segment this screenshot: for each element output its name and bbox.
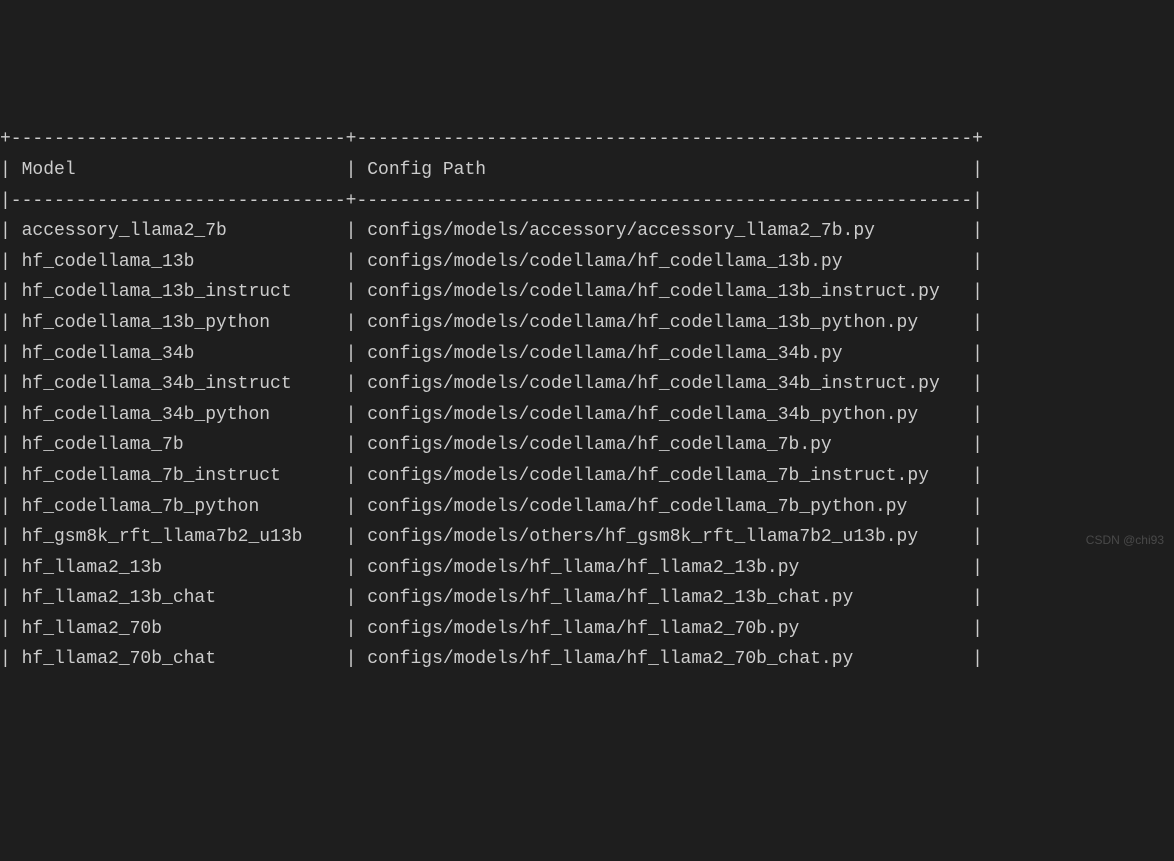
table-row: | hf_llama2_13b_chat | configs/models/hf… xyxy=(0,583,1174,614)
table-row: | hf_codellama_7b | configs/models/codel… xyxy=(0,430,1174,461)
table-header: | Model | Config Path | xyxy=(0,155,1174,186)
table-row: | hf_llama2_13b | configs/models/hf_llam… xyxy=(0,553,1174,584)
table-row: | hf_codellama_34b | configs/models/code… xyxy=(0,339,1174,370)
table-row: | hf_llama2_70b_chat | configs/models/hf… xyxy=(0,644,1174,675)
table-row: | hf_codellama_7b_instruct | configs/mod… xyxy=(0,461,1174,492)
table-row: | accessory_llama2_7b | configs/models/a… xyxy=(0,216,1174,247)
table-row: | hf_llama2_70b | configs/models/hf_llam… xyxy=(0,614,1174,645)
table-separator: |-------------------------------+-------… xyxy=(0,186,1174,217)
table-row: | hf_codellama_13b_python | configs/mode… xyxy=(0,308,1174,339)
table-row: | hf_codellama_34b_instruct | configs/mo… xyxy=(0,369,1174,400)
table-row: | hf_gsm8k_rft_llama7b2_u13b | configs/m… xyxy=(0,522,1174,553)
table-row: | hf_codellama_34b_python | configs/mode… xyxy=(0,400,1174,431)
table-row: | hf_codellama_13b_instruct | configs/mo… xyxy=(0,277,1174,308)
table-row: | hf_codellama_13b | configs/models/code… xyxy=(0,247,1174,278)
table-border-top: +-------------------------------+-------… xyxy=(0,124,1174,155)
watermark-text: CSDN @chi93 xyxy=(1086,530,1164,550)
terminal-output: +-------------------------------+-------… xyxy=(0,122,1174,677)
table-row: | hf_codellama_7b_python | configs/model… xyxy=(0,492,1174,523)
